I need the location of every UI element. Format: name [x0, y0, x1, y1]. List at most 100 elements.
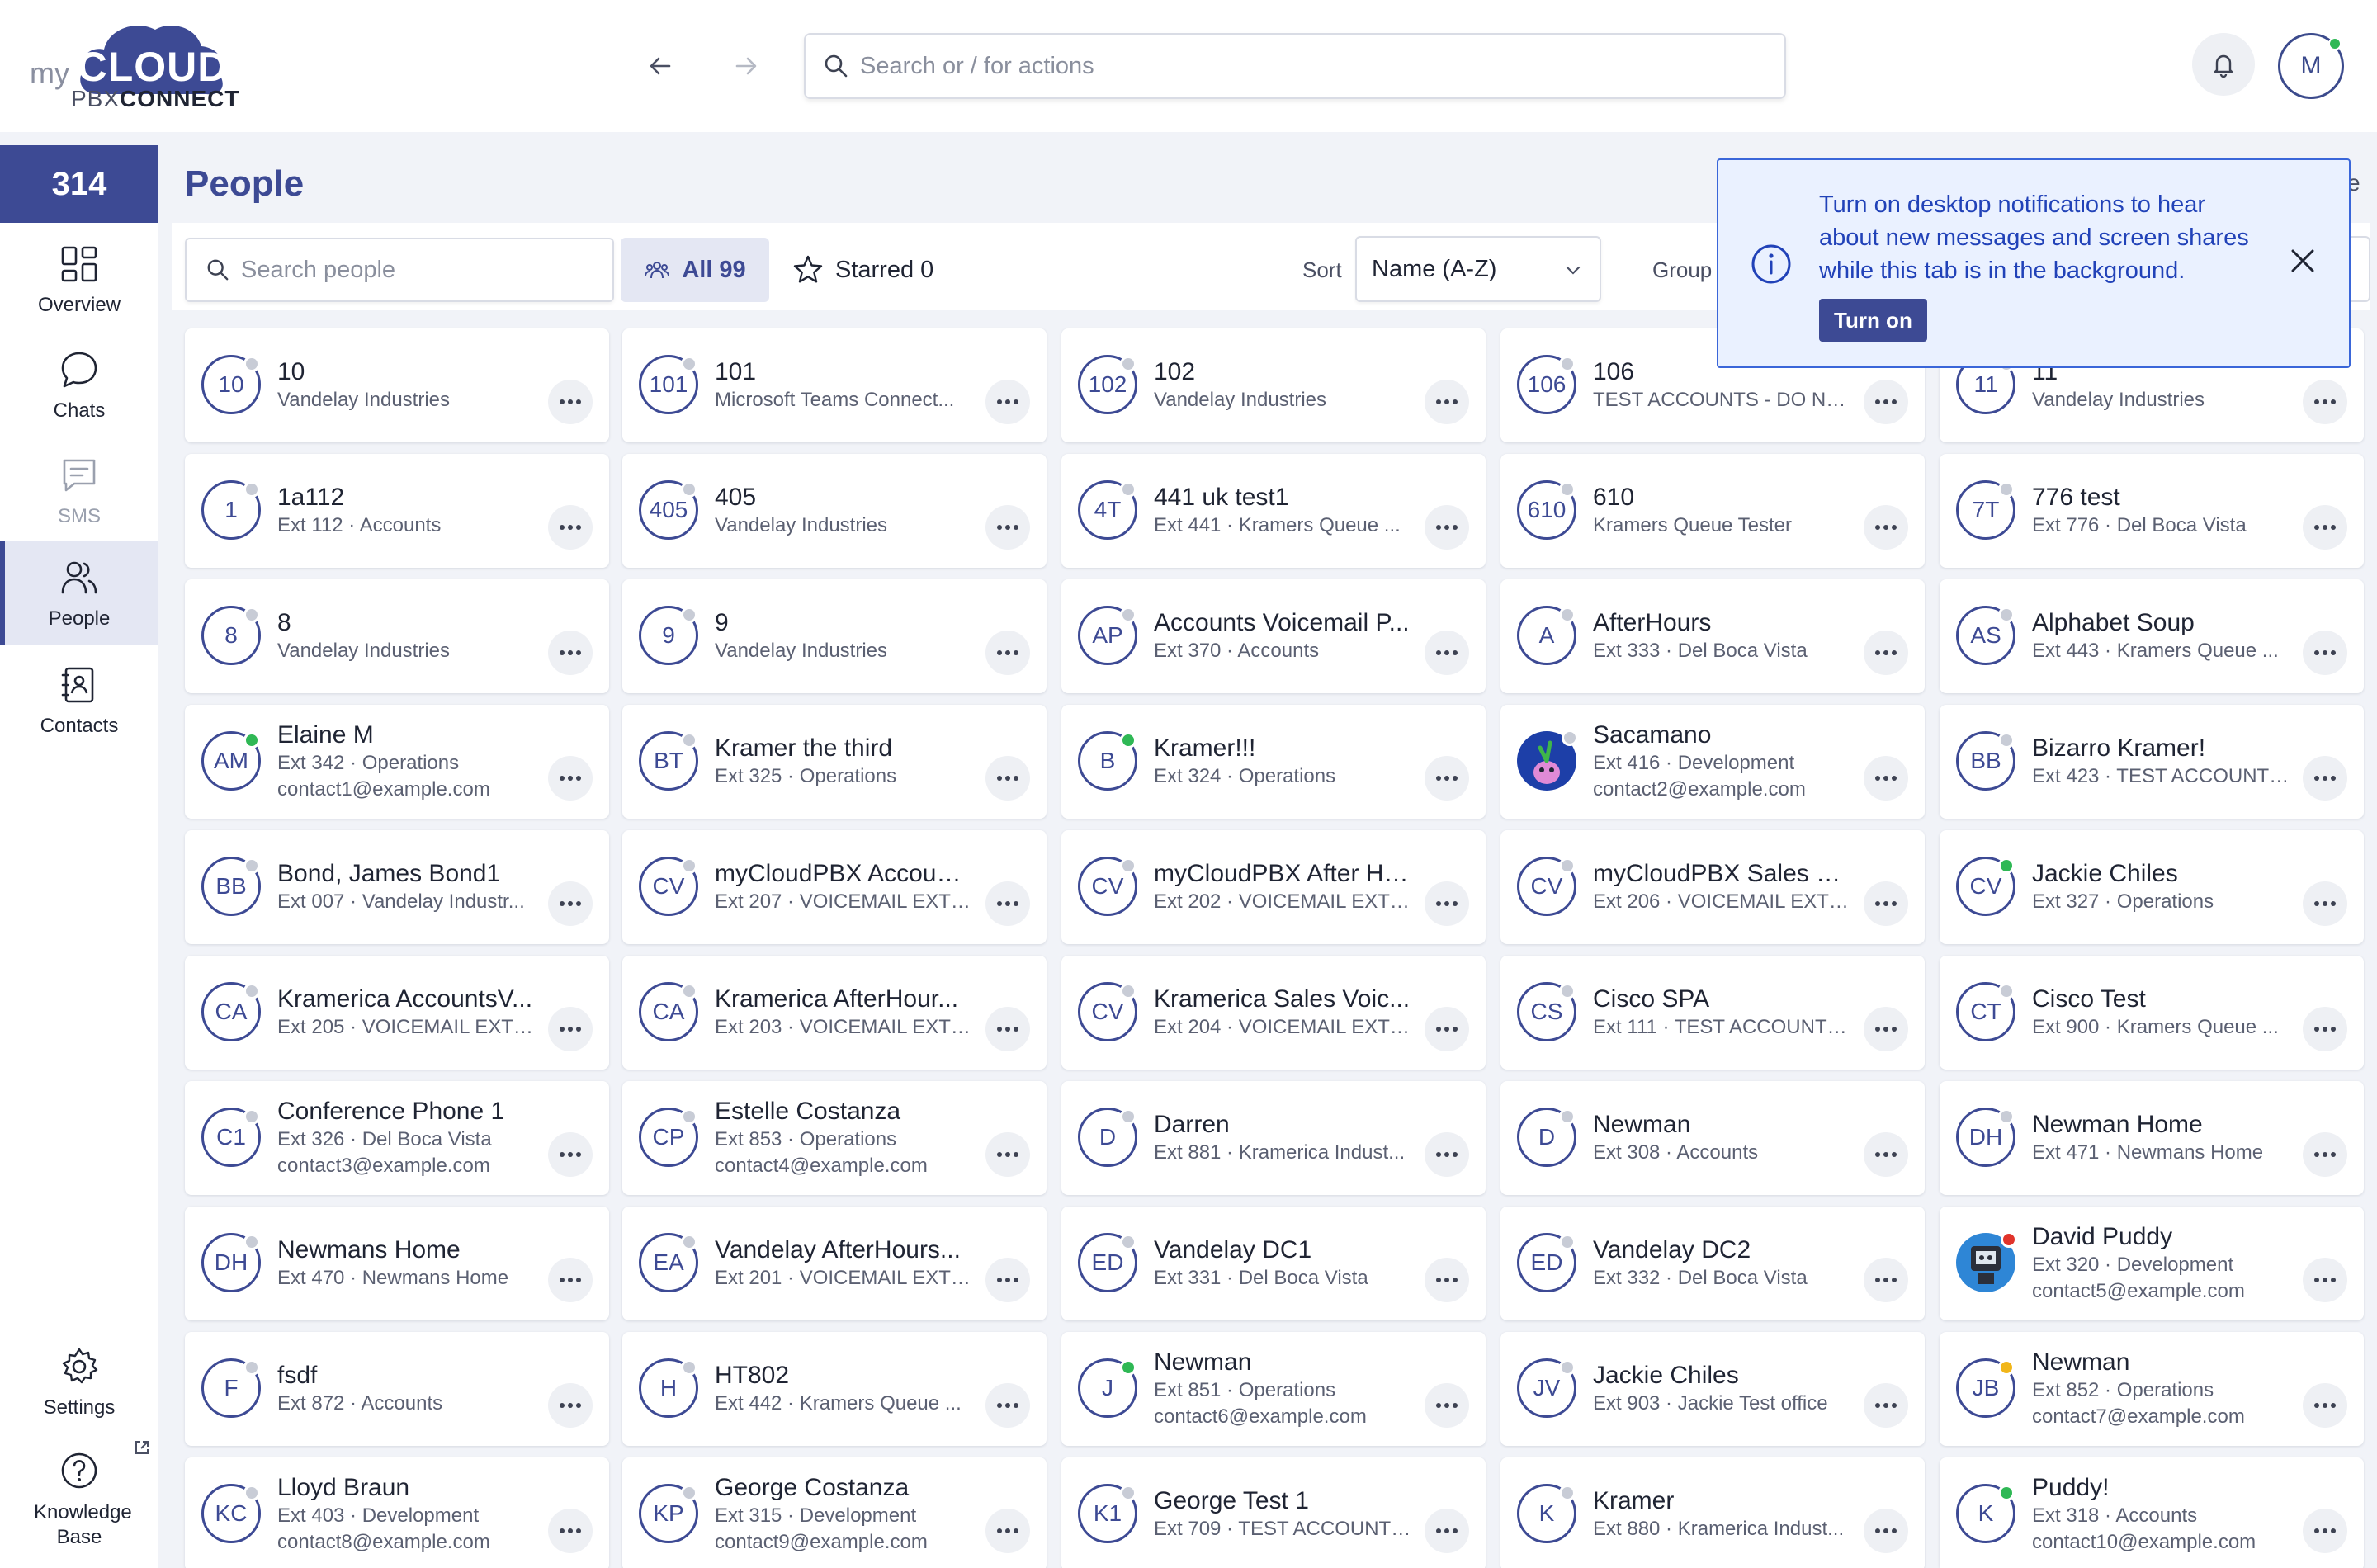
more-options-button[interactable]: [1864, 1132, 1908, 1177]
person-card[interactable]: 1 1a112 Ext 112 · Accounts: [185, 454, 609, 568]
person-card[interactable]: David Puddy Ext 320 · Development contact5…: [1940, 1207, 2364, 1320]
person-card[interactable]: Sacamano Ext 416 · Development contact2@ex…: [1500, 705, 1925, 819]
more-options-button[interactable]: [985, 1383, 1030, 1428]
person-card[interactable]: AM Elaine M Ext 342 · Operations contact1@e…: [185, 705, 609, 819]
more-options-button[interactable]: [2303, 631, 2347, 675]
sort-select[interactable]: Name (A-Z): [1355, 236, 1601, 302]
more-options-button[interactable]: [1425, 380, 1469, 424]
mycloud-logo[interactable]: my CLOUD PBXCONNECT: [30, 18, 239, 117]
person-card[interactable]: ED Vandelay DC1 Ext 331 · Del Boca Vista: [1061, 1207, 1486, 1320]
more-options-button[interactable]: [1425, 631, 1469, 675]
more-options-button[interactable]: [548, 1509, 593, 1553]
more-options-button[interactable]: [1864, 505, 1908, 550]
sidebar-item-settings[interactable]: Settings: [0, 1330, 158, 1434]
person-card[interactable]: ED Vandelay DC2 Ext 332 · Del Boca Vista: [1500, 1207, 1925, 1320]
more-options-button[interactable]: [985, 756, 1030, 801]
filter-all-chip[interactable]: All 99: [621, 238, 769, 302]
more-options-button[interactable]: [548, 1383, 593, 1428]
person-card[interactable]: 9 9 Vandelay Industries: [622, 579, 1047, 693]
sidebar-item-knowledge-base[interactable]: Knowledge Base: [0, 1438, 158, 1561]
person-card[interactable]: B Kramer!!! Ext 324 · Operations: [1061, 705, 1486, 819]
person-card[interactable]: 4T 441 uk test1 Ext 441 · Kramers Queue ..…: [1061, 454, 1486, 568]
more-options-button[interactable]: [548, 1007, 593, 1051]
person-card[interactable]: BB Bond, James Bond1 Ext 007 · Vandelay In…: [185, 830, 609, 944]
person-card[interactable]: CA Kramerica AfterHour... Ext 203 · VOICEM…: [622, 956, 1047, 1070]
notifications-button[interactable]: [2192, 33, 2255, 96]
person-card[interactable]: 8 8 Vandelay Industries: [185, 579, 609, 693]
more-options-button[interactable]: [985, 1007, 1030, 1051]
person-card[interactable]: BB Bizarro Kramer! Ext 423 · TEST ACCOUNTS…: [1940, 705, 2364, 819]
more-options-button[interactable]: [1864, 380, 1908, 424]
people-search[interactable]: [185, 238, 614, 302]
sidebar-item-chats[interactable]: Chats: [0, 333, 158, 437]
more-options-button[interactable]: [1864, 1383, 1908, 1428]
person-card[interactable]: KC Lloyd Braun Ext 403 · Development contac…: [185, 1457, 609, 1568]
more-options-button[interactable]: [2303, 1509, 2347, 1553]
more-options-button[interactable]: [985, 505, 1030, 550]
more-options-button[interactable]: [1425, 1258, 1469, 1302]
more-options-button[interactable]: [1425, 1509, 1469, 1553]
person-card[interactable]: CA Kramerica AccountsV... Ext 205 · VOICEM…: [185, 956, 609, 1070]
more-options-button[interactable]: [1864, 1258, 1908, 1302]
more-options-button[interactable]: [2303, 1258, 2347, 1302]
person-card[interactable]: EA Vandelay AfterHours... Ext 201 · VOICEM…: [622, 1207, 1047, 1320]
person-card[interactable]: AP Accounts Voicemail P... Ext 370 · Accou…: [1061, 579, 1486, 693]
more-options-button[interactable]: [548, 505, 593, 550]
forward-button[interactable]: [726, 46, 766, 86]
back-button[interactable]: [640, 46, 680, 86]
person-card[interactable]: DH Newman Home Ext 471 · Newmans Home: [1940, 1081, 2364, 1195]
more-options-button[interactable]: [1425, 881, 1469, 926]
more-options-button[interactable]: [548, 881, 593, 926]
person-card[interactable]: K Puddy! Ext 318 · Accounts contact10@examp…: [1940, 1457, 2364, 1568]
close-icon[interactable]: [2288, 246, 2318, 276]
more-options-button[interactable]: [985, 881, 1030, 926]
more-options-button[interactable]: [548, 1258, 593, 1302]
unread-count-badge[interactable]: 314: [0, 145, 158, 223]
more-options-button[interactable]: [2303, 380, 2347, 424]
person-card[interactable]: A AfterHours Ext 333 · Del Boca Vista: [1500, 579, 1925, 693]
person-card[interactable]: JV Jackie Chiles Ext 903 · Jackie Test off…: [1500, 1332, 1925, 1446]
person-card[interactable]: D Darren Ext 881 · Kramerica Indust...: [1061, 1081, 1486, 1195]
more-options-button[interactable]: [1864, 631, 1908, 675]
more-options-button[interactable]: [548, 756, 593, 801]
person-card[interactable]: K Kramer Ext 880 · Kramerica Indust...: [1500, 1457, 1925, 1568]
more-options-button[interactable]: [1864, 1007, 1908, 1051]
person-card[interactable]: CT Cisco Test Ext 900 · Kramers Queue ...: [1940, 956, 2364, 1070]
person-card[interactable]: D Newman Ext 308 · Accounts: [1500, 1081, 1925, 1195]
person-card[interactable]: C1 Conference Phone 1 Ext 326 · Del Boca V…: [185, 1081, 609, 1195]
sidebar-item-overview[interactable]: Overview: [0, 228, 158, 332]
more-options-button[interactable]: [985, 631, 1030, 675]
more-options-button[interactable]: [2303, 1132, 2347, 1177]
more-options-button[interactable]: [1425, 1132, 1469, 1177]
more-options-button[interactable]: [985, 1132, 1030, 1177]
person-card[interactable]: 7T 776 test Ext 776 · Del Boca Vista: [1940, 454, 2364, 568]
sidebar-item-people[interactable]: People: [0, 541, 158, 645]
global-search-input[interactable]: [860, 52, 1784, 80]
global-search[interactable]: [804, 33, 1786, 99]
people-search-input[interactable]: [241, 256, 612, 284]
person-card[interactable]: CV myCloudPBX Sales Vo... Ext 206 · VOICEM…: [1500, 830, 1925, 944]
more-options-button[interactable]: [2303, 881, 2347, 926]
person-card[interactable]: Ffsdf Ext 872 · Accounts: [185, 1332, 609, 1446]
person-card[interactable]: K1 George Test 1 Ext 709 · TEST ACCOUNTS .…: [1061, 1457, 1486, 1568]
more-options-button[interactable]: [548, 1132, 593, 1177]
person-card[interactable]: CV Kramerica Sales Voic... Ext 204 · VOICE…: [1061, 956, 1486, 1070]
person-card[interactable]: J Newman Ext 851 · Operations contact6@exam…: [1061, 1332, 1486, 1446]
person-card[interactable]: 610 610 Kramers Queue Tester: [1500, 454, 1925, 568]
more-options-button[interactable]: [1864, 881, 1908, 926]
person-card[interactable]: DH Newmans Home Ext 470 · Newmans Home: [185, 1207, 609, 1320]
person-card[interactable]: BT Kramer the third Ext 325 · Operations: [622, 705, 1047, 819]
more-options-button[interactable]: [1425, 1007, 1469, 1051]
more-options-button[interactable]: [2303, 1007, 2347, 1051]
more-options-button[interactable]: [985, 1258, 1030, 1302]
person-card[interactable]: CV myCloudPBX After Ho... Ext 202 · VOICEM…: [1061, 830, 1486, 944]
filter-starred-chip[interactable]: Starred 0: [786, 238, 951, 302]
more-options-button[interactable]: [985, 380, 1030, 424]
person-card[interactable]: CP Estelle Costanza Ext 853 · Operations co…: [622, 1081, 1047, 1195]
person-card[interactable]: CS Cisco SPA Ext 111 · TEST ACCOUNTS ...: [1500, 956, 1925, 1070]
more-options-button[interactable]: [1864, 756, 1908, 801]
person-card[interactable]: KP George Costanza Ext 315 · Development co…: [622, 1457, 1047, 1568]
more-options-button[interactable]: [1425, 756, 1469, 801]
sidebar-item-contacts[interactable]: Contacts: [0, 649, 158, 753]
person-card[interactable]: H HT802 Ext 442 · Kramers Queue ...: [622, 1332, 1047, 1446]
